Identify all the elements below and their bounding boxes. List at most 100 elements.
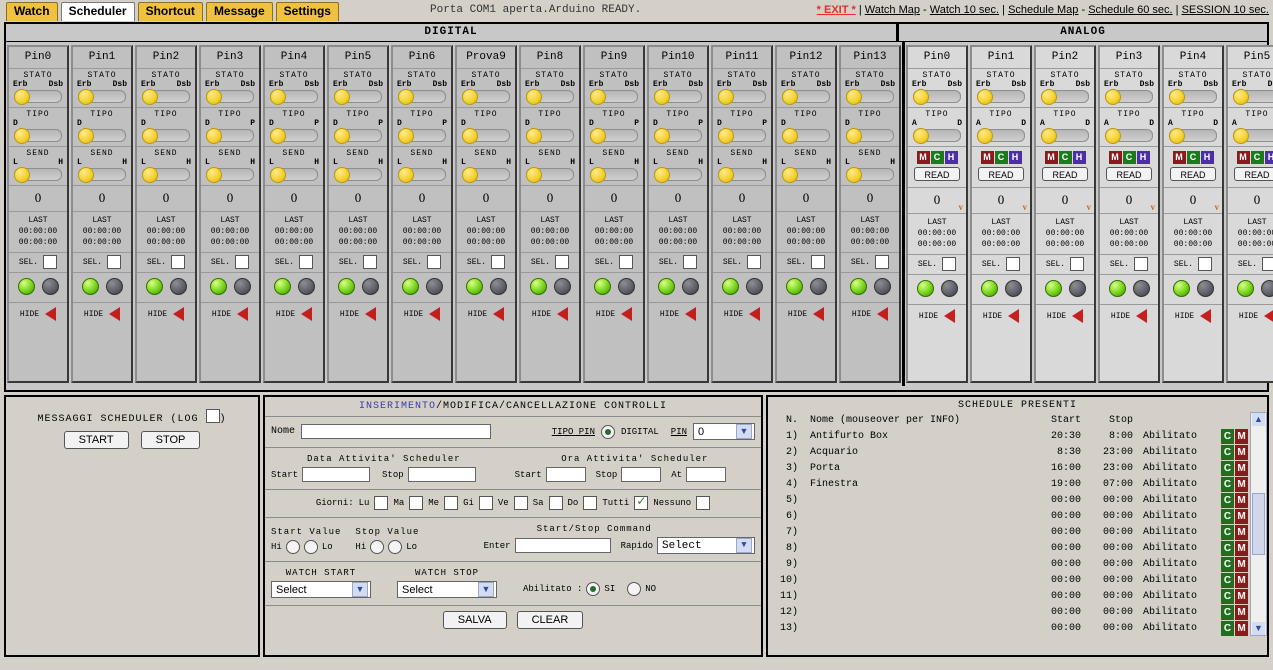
stato-toggle[interactable]	[1041, 90, 1089, 103]
tipo-toggle[interactable]	[1233, 129, 1273, 142]
hide-cell[interactable]: HIDE	[777, 303, 835, 324]
mode-c-button[interactable]: C	[1059, 151, 1072, 164]
tab-settings[interactable]: Settings	[276, 2, 339, 21]
tipo-toggle[interactable]	[718, 129, 766, 142]
session-interval-link[interactable]: SESSION 10 sec.	[1182, 4, 1269, 16]
hide-cell[interactable]: HIDE	[265, 303, 323, 324]
led-green-indicator[interactable]	[1173, 280, 1190, 297]
schedule-modify-button[interactable]: M	[1235, 573, 1248, 588]
log-checkbox[interactable]	[206, 409, 220, 423]
day-checkbox-ma[interactable]	[409, 496, 423, 510]
sel-checkbox[interactable]	[747, 255, 761, 269]
chevron-down-icon[interactable]: v	[1087, 202, 1092, 212]
mode-h-button[interactable]: H	[1265, 151, 1273, 164]
start-value-hi-radio[interactable]	[286, 540, 300, 554]
stop-value-hi-radio[interactable]	[370, 540, 384, 554]
led-green-indicator[interactable]	[146, 278, 163, 295]
hide-arrow-icon[interactable]	[944, 309, 955, 323]
abilitato-no-radio[interactable]	[627, 582, 641, 596]
led-gray-indicator[interactable]	[170, 278, 187, 295]
watch-start-select[interactable]: Select ▼	[271, 581, 371, 598]
schedule-modify-button[interactable]: M	[1235, 477, 1248, 492]
hide-arrow-icon[interactable]	[621, 307, 632, 321]
tipo-toggle[interactable]	[977, 129, 1025, 142]
schedule-modify-button[interactable]: M	[1235, 541, 1248, 556]
sel-checkbox[interactable]	[491, 255, 505, 269]
ora-stop-input[interactable]	[621, 467, 661, 482]
tipo-toggle[interactable]	[654, 129, 702, 142]
ora-start-input[interactable]	[546, 467, 586, 482]
data-stop-input[interactable]	[408, 467, 476, 482]
tipo-toggle[interactable]	[782, 129, 830, 142]
led-gray-indicator[interactable]	[1197, 280, 1214, 297]
schedule-modify-button[interactable]: M	[1235, 461, 1248, 476]
hide-arrow-icon[interactable]	[237, 307, 248, 321]
schedule-modify-button[interactable]: M	[1235, 429, 1248, 444]
led-gray-indicator[interactable]	[106, 278, 123, 295]
led-gray-indicator[interactable]	[1133, 280, 1150, 297]
watch-interval-link[interactable]: Watch 10 sec.	[930, 4, 999, 16]
hide-cell[interactable]: HIDE	[972, 305, 1030, 326]
hide-arrow-icon[interactable]	[557, 307, 568, 321]
led-green-indicator[interactable]	[530, 278, 547, 295]
mode-m-button[interactable]: M	[1109, 151, 1122, 164]
hide-arrow-icon[interactable]	[1264, 309, 1273, 323]
led-gray-indicator[interactable]	[1261, 280, 1273, 297]
day-checkbox-do[interactable]	[583, 496, 597, 510]
led-green-indicator[interactable]	[338, 278, 355, 295]
hide-arrow-icon[interactable]	[45, 307, 56, 321]
stop-value-lo-radio[interactable]	[388, 540, 402, 554]
sel-checkbox[interactable]	[1198, 257, 1212, 271]
schedule-copy-button[interactable]: C	[1221, 557, 1234, 572]
led-green-indicator[interactable]	[786, 278, 803, 295]
read-button[interactable]: READ	[1170, 167, 1216, 181]
tipo-toggle[interactable]	[462, 129, 510, 142]
day-checkbox-ve[interactable]	[514, 496, 528, 510]
scroll-down-icon[interactable]: ▼	[1252, 622, 1265, 635]
sel-checkbox[interactable]	[299, 255, 313, 269]
hide-arrow-icon[interactable]	[813, 307, 824, 321]
sel-checkbox[interactable]	[942, 257, 956, 271]
hide-arrow-icon[interactable]	[365, 307, 376, 321]
led-green-indicator[interactable]	[1109, 280, 1126, 297]
read-button[interactable]: READ	[914, 167, 960, 181]
day-checkbox-nessuno[interactable]	[696, 496, 710, 510]
sel-checkbox[interactable]	[427, 255, 441, 269]
chevron-down-icon[interactable]: v	[959, 202, 964, 212]
start-value-lo-radio[interactable]	[304, 540, 318, 554]
log-link[interactable]: LOG	[178, 414, 199, 425]
rapido-select[interactable]: Select ▼	[657, 537, 755, 554]
day-checkbox-gi[interactable]	[479, 496, 493, 510]
hide-cell[interactable]: HIDE	[1228, 305, 1273, 326]
led-gray-indicator[interactable]	[42, 278, 59, 295]
hide-cell[interactable]: HIDE	[521, 303, 579, 324]
stato-toggle[interactable]	[977, 90, 1025, 103]
hide-cell[interactable]: HIDE	[713, 303, 771, 324]
sel-checkbox[interactable]	[875, 255, 889, 269]
hide-arrow-icon[interactable]	[1008, 309, 1019, 323]
tipo-toggle[interactable]	[1041, 129, 1089, 142]
stato-toggle[interactable]	[142, 90, 190, 103]
schedule-copy-button[interactable]: C	[1221, 445, 1234, 460]
tipo-pin-digital-radio[interactable]	[601, 425, 615, 439]
led-gray-indicator[interactable]	[490, 278, 507, 295]
abilitato-si-radio[interactable]	[586, 582, 600, 596]
schedule-modify-button[interactable]: M	[1235, 557, 1248, 572]
schedule-copy-button[interactable]: C	[1221, 589, 1234, 604]
read-button[interactable]: READ	[978, 167, 1024, 181]
schedule-copy-button[interactable]: C	[1221, 621, 1234, 636]
watch-stop-select[interactable]: Select ▼	[397, 581, 497, 598]
tipo-toggle[interactable]	[1169, 129, 1217, 142]
led-green-indicator[interactable]	[274, 278, 291, 295]
data-start-input[interactable]	[302, 467, 370, 482]
stato-toggle[interactable]	[398, 90, 446, 103]
sel-checkbox[interactable]	[363, 255, 377, 269]
sel-checkbox[interactable]	[107, 255, 121, 269]
hide-arrow-icon[interactable]	[1136, 309, 1147, 323]
stato-toggle[interactable]	[14, 90, 62, 103]
led-gray-indicator[interactable]	[618, 278, 635, 295]
stato-toggle[interactable]	[913, 90, 961, 103]
hide-cell[interactable]: HIDE	[1036, 305, 1094, 326]
sel-checkbox[interactable]	[1262, 257, 1273, 271]
hide-arrow-icon[interactable]	[301, 307, 312, 321]
